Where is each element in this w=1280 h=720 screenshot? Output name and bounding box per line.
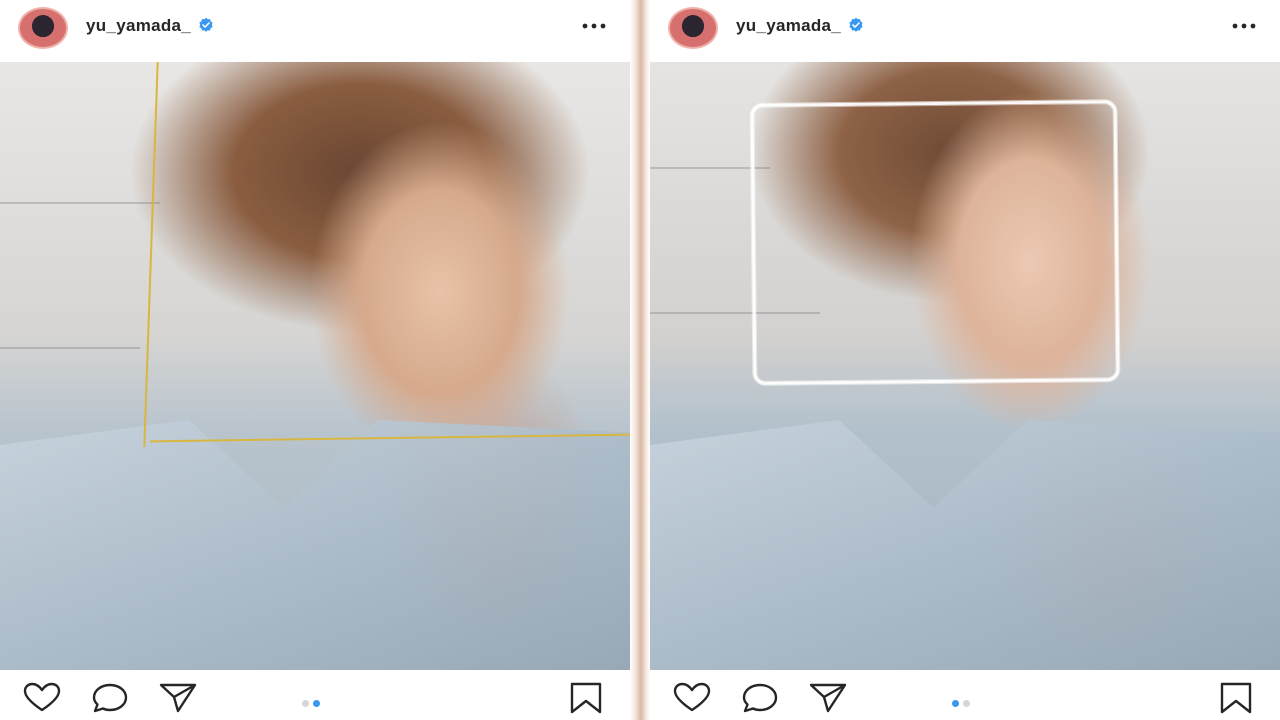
username-link[interactable]: yu_yamada_	[86, 16, 214, 36]
carousel-dot-active	[952, 700, 959, 707]
post-actions	[650, 672, 1280, 720]
more-options-icon[interactable]	[580, 18, 608, 34]
bookmark-icon[interactable]	[1216, 682, 1256, 714]
profile-avatar[interactable]	[18, 7, 68, 49]
tile-line	[0, 202, 160, 204]
verified-badge-icon	[199, 17, 213, 32]
username-link[interactable]: yu_yamada_	[736, 16, 864, 36]
shirt-shape	[650, 420, 1280, 670]
post-header: yu_yamada_	[650, 0, 1280, 60]
sketch-frame-overlay	[750, 100, 1120, 385]
username-text: yu_yamada_	[86, 16, 192, 35]
instagram-post-1: yu_yamada_	[0, 0, 630, 720]
bookmark-icon[interactable]	[566, 682, 606, 714]
post-photo[interactable]	[650, 62, 1280, 670]
verified-badge-icon	[849, 17, 863, 32]
carousel-indicator	[950, 694, 972, 707]
instagram-post-2: yu_yamada_	[650, 0, 1280, 720]
profile-avatar[interactable]	[668, 7, 718, 49]
post-actions	[0, 672, 630, 720]
carousel-indicator	[300, 694, 322, 707]
carousel-dot-active	[313, 700, 320, 707]
guide-line-vertical	[143, 62, 159, 447]
heart-icon[interactable]	[22, 682, 62, 714]
carousel-dot	[963, 700, 970, 707]
post-header: yu_yamada_	[0, 0, 630, 60]
heart-icon[interactable]	[672, 682, 712, 714]
send-icon[interactable]	[158, 682, 198, 714]
post-photo[interactable]	[0, 62, 630, 670]
shirt-shape	[0, 420, 630, 670]
carousel-dot	[302, 700, 309, 707]
comment-icon[interactable]	[90, 682, 130, 714]
more-options-icon[interactable]	[1230, 18, 1258, 34]
tile-line	[0, 347, 140, 349]
photo-divider	[630, 0, 650, 720]
send-icon[interactable]	[808, 682, 848, 714]
username-text: yu_yamada_	[736, 16, 842, 35]
comment-icon[interactable]	[740, 682, 780, 714]
